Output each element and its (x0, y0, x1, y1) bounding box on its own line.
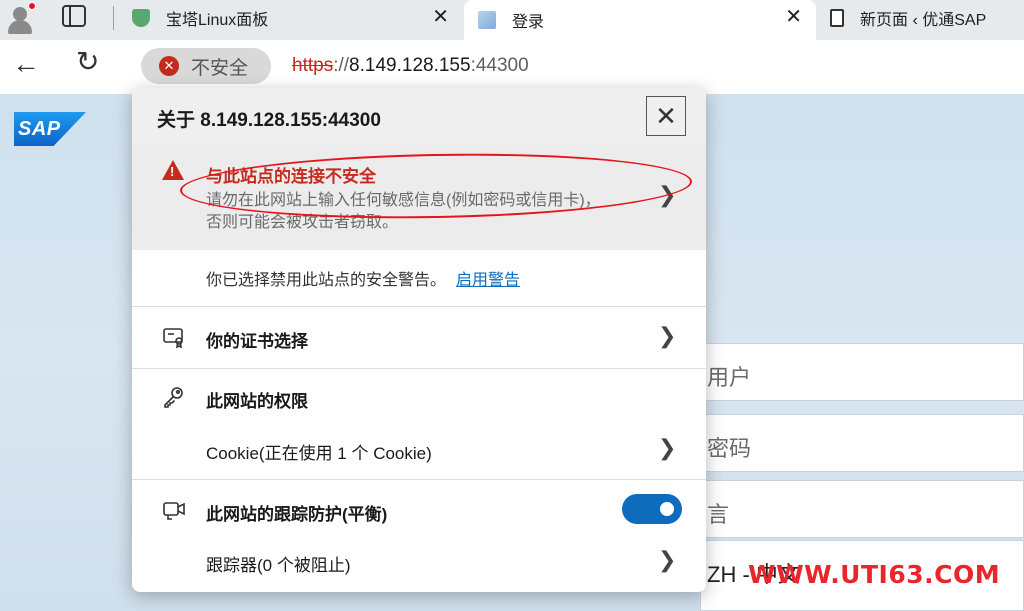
enable-warnings-link[interactable]: 启用警告 (456, 272, 520, 289)
warning-icon (162, 160, 184, 180)
certificate-icon (163, 328, 183, 349)
trackers-row[interactable]: 跟踪器(0 个被阻止) ❯ (132, 539, 706, 583)
chevron-right-icon: ❯ (658, 323, 677, 348)
password-field[interactable]: 密码 (700, 414, 1024, 472)
popup-header: 关于 8.149.128.155:44300 ✕ (132, 88, 706, 144)
close-tab-icon[interactable]: ✕ (785, 7, 802, 27)
username-field[interactable]: 用户 (700, 343, 1024, 401)
divider (132, 368, 706, 369)
tracking-prevention-row: 此网站的跟踪防护(平衡) (132, 488, 706, 532)
tab-title: 新页面 ‹ 优通SAP (860, 12, 987, 29)
url-host: 8.149.128.155 (349, 55, 471, 76)
toggle-knob (660, 502, 674, 516)
disabled-notice-text: 你已选择禁用此站点的安全警告。 (206, 272, 447, 289)
cookies-row[interactable]: Cookie(正在使用 1 个 Cookie) ❯ (132, 427, 706, 471)
tracking-toggle[interactable] (622, 494, 682, 524)
reload-icon[interactable]: ↻ (76, 48, 99, 76)
permissions-row: 此网站的权限 (132, 375, 706, 419)
tab-strip: 宝塔Linux面板 ✕ 登录 ✕ 新页面 ‹ 优通SAP (0, 0, 1024, 40)
url-port: :44300 (470, 55, 529, 76)
site-security-button[interactable]: ✕ 不安全 (141, 48, 271, 84)
password-placeholder: 密码 (707, 436, 752, 461)
language-label: 言 (707, 502, 730, 527)
address-input[interactable]: https://8.149.128.155:44300 (292, 55, 529, 77)
popup-title: 关于 8.149.128.155:44300 (157, 110, 381, 131)
tracking-label: 此网站的跟踪防护(平衡) (206, 505, 388, 524)
username-placeholder: 用户 (707, 365, 752, 390)
url-separator: :// (333, 55, 350, 76)
permissions-label: 此网站的权限 (206, 392, 308, 411)
tab-login[interactable]: 登录 ✕ (464, 0, 816, 40)
certificate-row[interactable]: 你的证书选择 ❯ (132, 315, 706, 359)
document-icon (830, 9, 844, 27)
tracking-camera-icon (163, 502, 185, 520)
back-arrow-icon[interactable]: ← (12, 50, 40, 78)
disabled-warning-notice: 你已选择禁用此站点的安全警告。 启用警告 (206, 266, 520, 290)
close-icon[interactable]: ✕ (646, 96, 686, 136)
tab-title: 登录 (512, 14, 545, 31)
language-label-field: 言 (700, 480, 1024, 538)
trackers-label: 跟踪器(0 个被阻止) (206, 556, 351, 575)
address-toolbar: ← ↻ ✕ 不安全 https://8.149.128.155:44300 (0, 40, 1024, 94)
chart-icon (478, 11, 496, 29)
chevron-right-icon: ❯ (658, 547, 677, 572)
divider (132, 306, 706, 307)
tab-divider (113, 6, 114, 30)
close-tab-icon[interactable]: ✕ (432, 7, 449, 27)
tab-title: 宝塔Linux面板 (166, 12, 269, 29)
site-info-popup: 关于 8.149.128.155:44300 ✕ 与此站点的连接不安全 请勿在此… (132, 88, 706, 592)
certificate-label: 你的证书选择 (206, 332, 308, 351)
chevron-right-icon: ❯ (658, 435, 677, 460)
tab-baota-panel[interactable]: 宝塔Linux面板 ✕ (118, 0, 463, 36)
shield-icon (132, 9, 150, 27)
divider (132, 479, 706, 480)
profile-avatar-icon[interactable] (4, 2, 36, 34)
url-protocol: https (292, 55, 334, 76)
key-icon (164, 387, 183, 408)
security-label: 不安全 (191, 57, 249, 79)
tab-new-page[interactable]: 新页面 ‹ 优通SAP (816, 0, 1024, 36)
cookies-label: Cookie(正在使用 1 个 Cookie) (206, 444, 432, 463)
watermark: WWW.UTI63.COM (748, 560, 1001, 589)
error-x-icon: ✕ (159, 56, 179, 76)
vertical-tabs-icon[interactable] (62, 5, 86, 27)
